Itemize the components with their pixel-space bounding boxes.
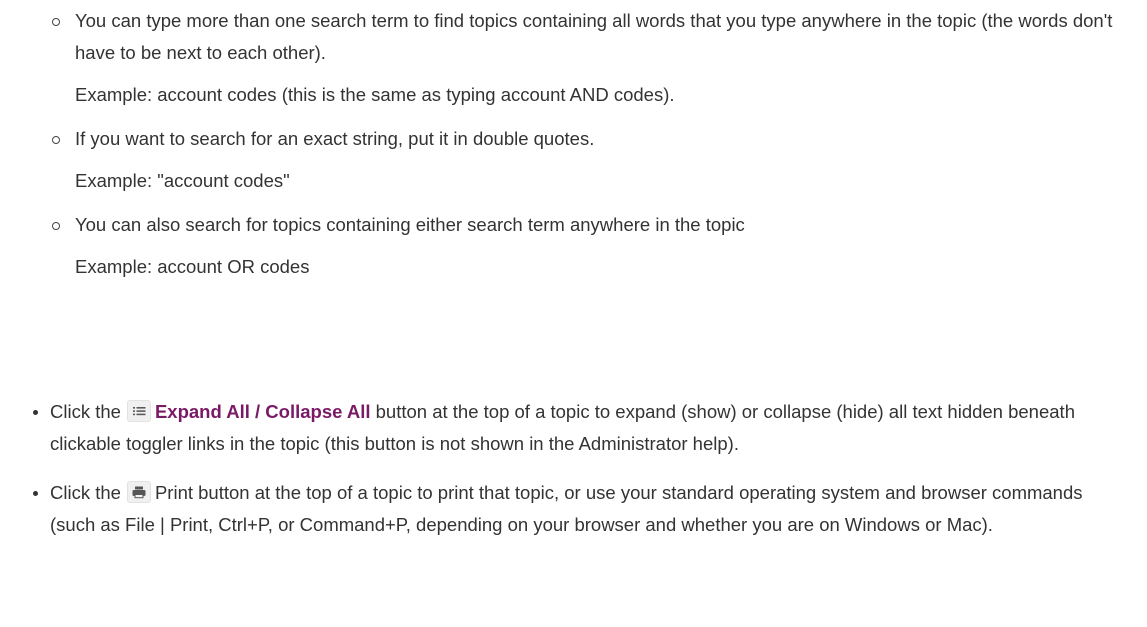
printer-icon[interactable] [126,481,151,503]
expand-tip-prefix: Click the [50,401,121,422]
search-tip-text: If you want to search for an exact strin… [75,128,595,149]
search-tip-example: Example: "account codes" [75,170,290,191]
help-tips-list: Click the Expand All / Collapse All butto… [33,396,1110,541]
search-tip-example: Example: account OR codes [75,256,310,277]
search-tip-text: You can type more than one search term t… [75,10,1113,63]
search-tip-example: Example: account codes (this is the same… [75,84,675,105]
print-tip: Click the Print button at the top of a to… [33,477,1110,541]
expand-collapse-tip: Click the Expand All / Collapse All butto… [33,396,1110,460]
print-tip-prefix: Click the [50,482,121,503]
search-tip-text: You can also search for topics containin… [75,214,745,235]
search-tip-item: If you want to search for an exact strin… [50,123,1130,197]
print-tip-suffix: Print button at the top of a topic to pr… [50,482,1083,535]
search-tip-item: You can type more than one search term t… [50,5,1130,111]
search-tip-item: You can also search for topics containin… [50,209,1130,283]
list-icon [126,400,151,422]
expand-collapse-all-button[interactable]: Expand All / Collapse All [155,401,371,422]
search-tips-list: You can type more than one search term t… [50,5,1130,283]
